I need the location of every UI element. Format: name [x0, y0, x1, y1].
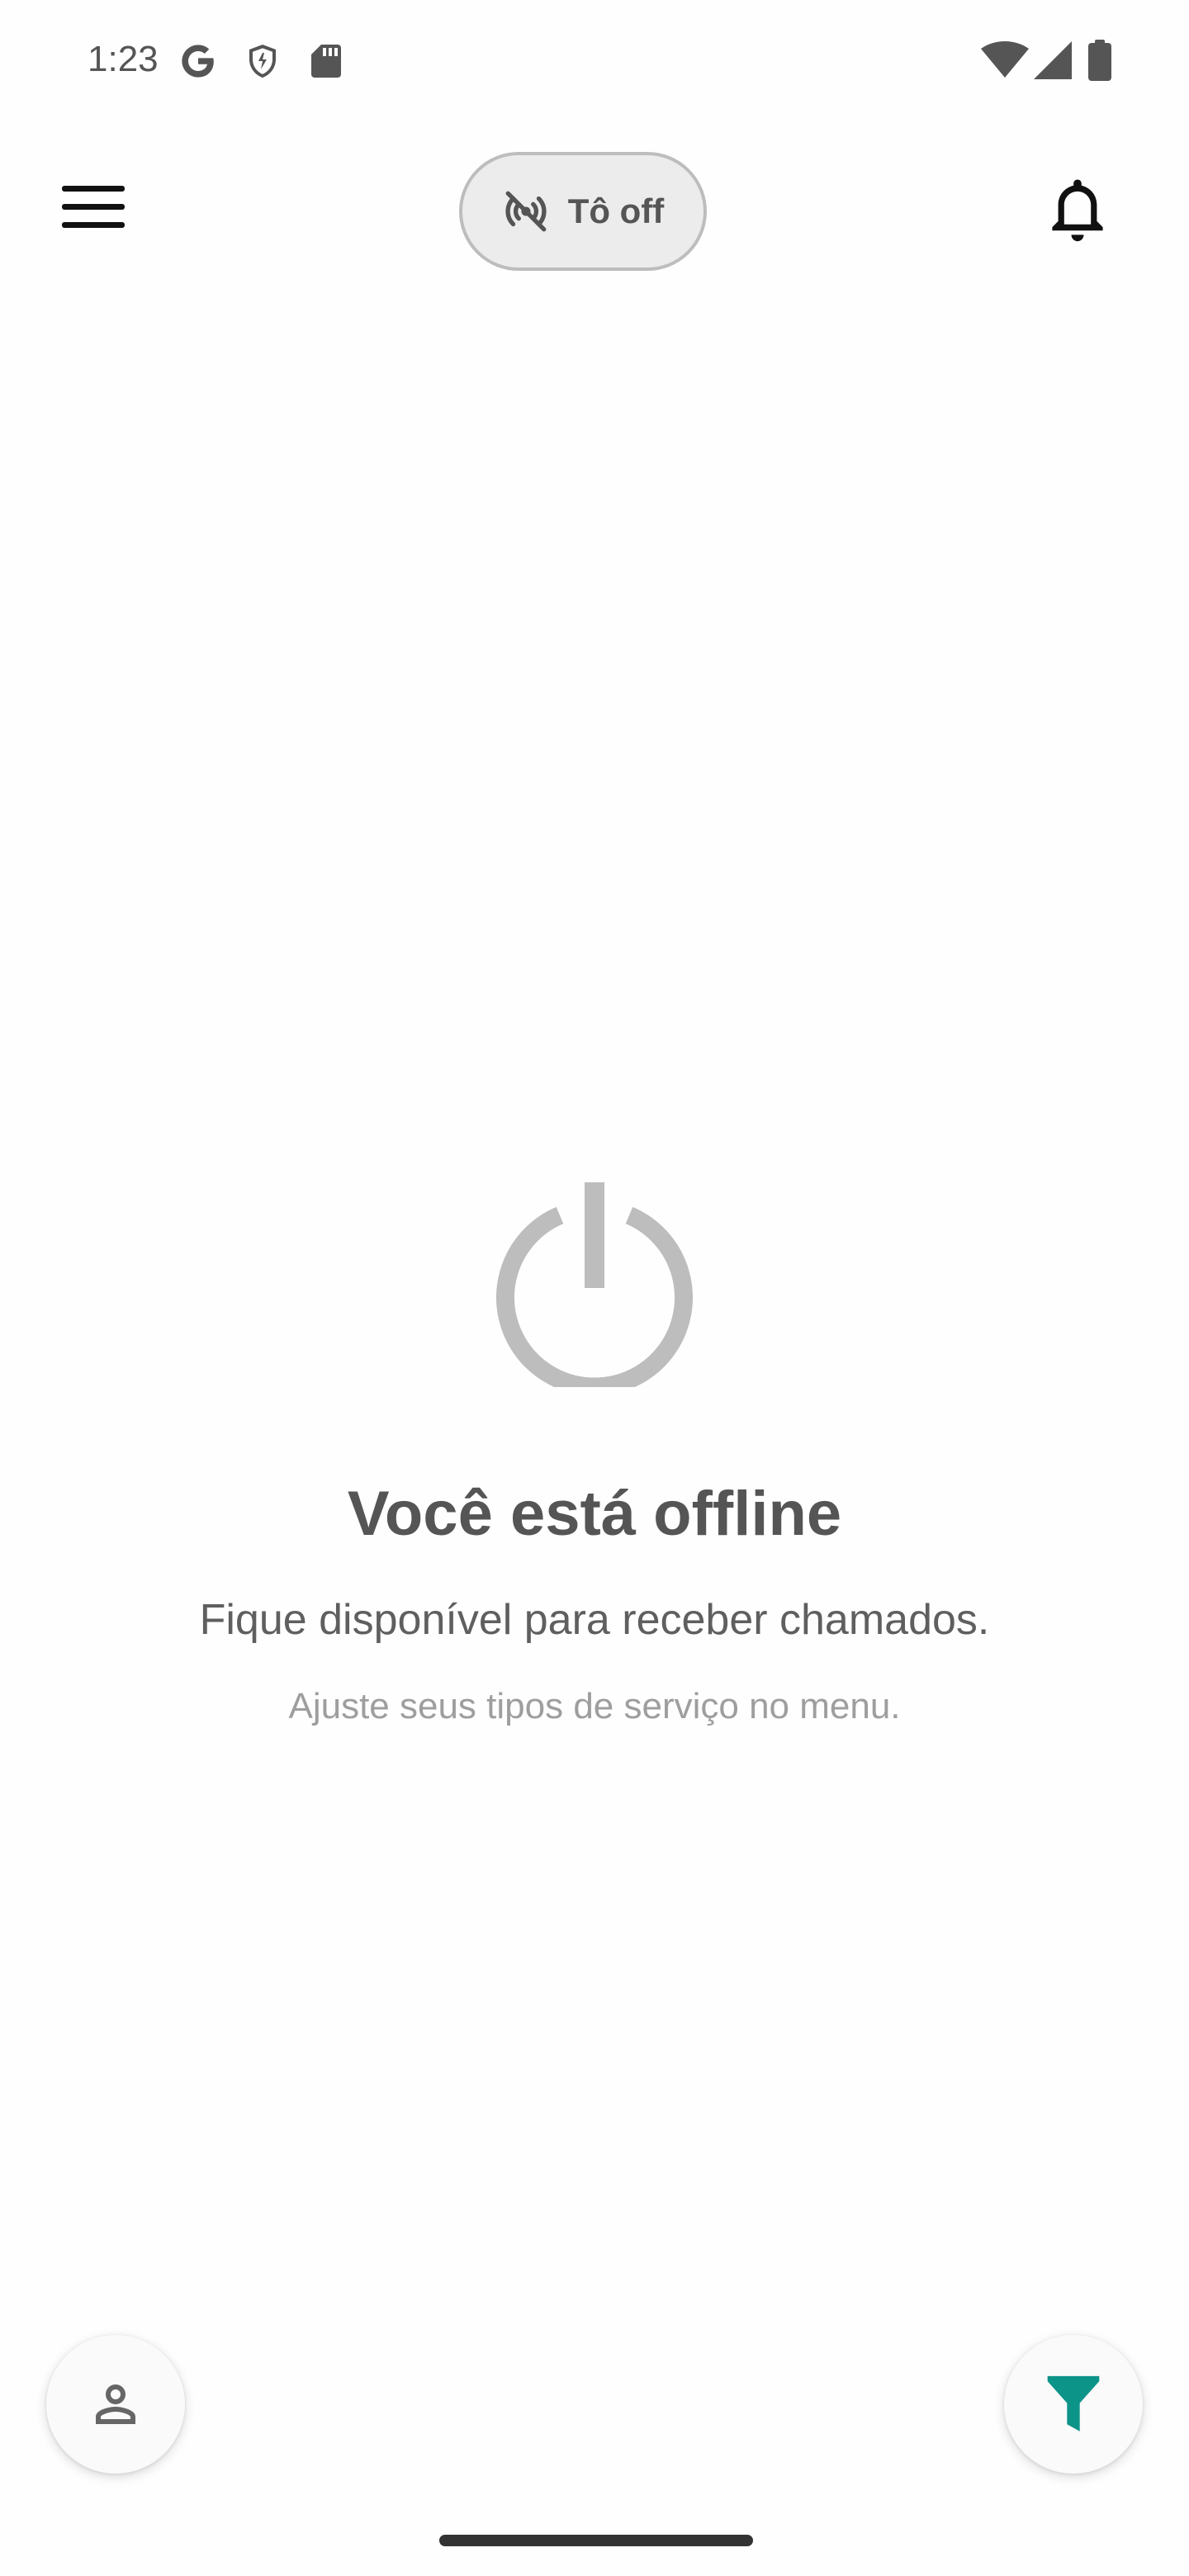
notifications-button[interactable] — [1032, 165, 1123, 256]
status-bar: 1:23 — [0, 0, 1189, 119]
menu-button[interactable] — [48, 162, 139, 253]
offline-subtitle: Fique disponível para receber chamados. — [199, 1596, 990, 1644]
battery-icon — [1088, 40, 1111, 85]
shield-icon — [243, 41, 282, 85]
hamburger-menu-icon — [62, 186, 125, 228]
sd-card-icon — [307, 41, 345, 85]
availability-toggle[interactable]: Tô off — [459, 152, 707, 271]
offline-title: Você está offline — [347, 1479, 842, 1549]
filter-icon — [1047, 2375, 1100, 2432]
offline-hint: Ajuste seus tipos de serviço no menu. — [288, 1686, 901, 1726]
bell-icon — [1052, 179, 1103, 242]
power-icon — [487, 1172, 702, 1396]
filter-button[interactable] — [1004, 2335, 1143, 2474]
status-time: 1:23 — [88, 39, 159, 79]
availability-toggle-label: Tô off — [567, 192, 665, 230]
wifi-icon — [981, 41, 1029, 83]
broadcast-off-icon — [502, 187, 550, 235]
home-indicator[interactable] — [439, 2535, 753, 2546]
person-icon — [96, 2384, 135, 2424]
google-icon — [178, 41, 218, 85]
profile-button[interactable] — [46, 2335, 185, 2474]
cellular-signal-icon — [1034, 41, 1072, 83]
